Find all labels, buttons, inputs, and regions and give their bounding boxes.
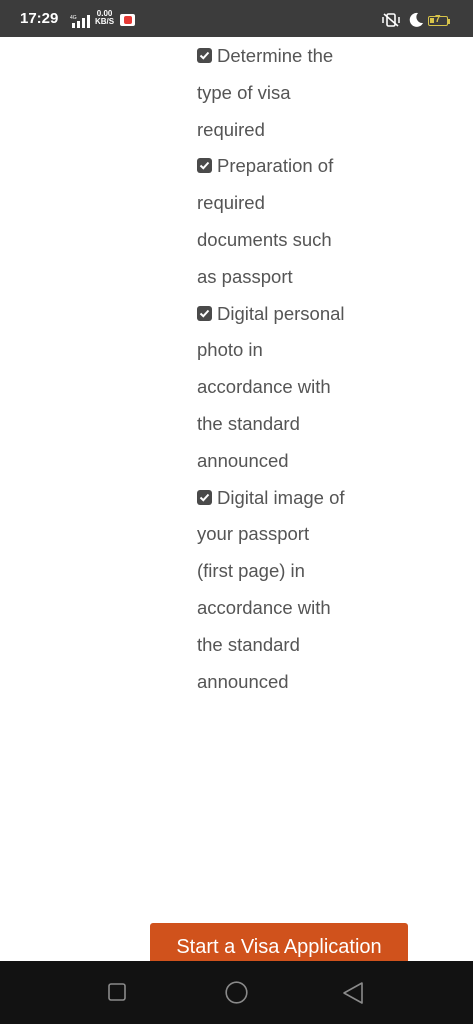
- visa-requirements-checklist: Determine the type of visa required Prep…: [197, 38, 347, 700]
- checklist-item-label: Determine the type of visa required: [197, 45, 334, 140]
- checkbox-checked-icon: [197, 489, 212, 505]
- back-icon[interactable]: [342, 981, 364, 1005]
- checklist-item: Determine the type of visa required: [197, 38, 347, 148]
- net-speed: 0.00 KB/S: [95, 10, 114, 26]
- checkbox-checked-icon: [197, 158, 212, 174]
- checklist-item: Digital image of your passport (first pa…: [197, 480, 347, 701]
- vibrate-icon: [382, 13, 400, 27]
- checklist-item-label: Digital image of your passport (first pa…: [197, 486, 345, 692]
- checkbox-checked-icon: [197, 48, 212, 63]
- checklist-item-label: Preparation of required documents such a…: [197, 155, 334, 287]
- status-bar: 17:29 4G 0.00 KB/S 7: [0, 0, 473, 37]
- status-time: 17:29: [20, 10, 59, 27]
- checkbox-checked-icon: [197, 305, 212, 321]
- network-type: 4G: [70, 15, 77, 21]
- checklist-item: Digital personal photo in accordance wit…: [197, 296, 347, 480]
- battery-icon: 7: [428, 14, 448, 26]
- youtube-icon: [120, 14, 135, 26]
- battery-level: 7: [435, 14, 441, 25]
- do-not-disturb-moon-icon: [409, 12, 423, 27]
- checklist-item-label: Digital personal photo in accordance wit…: [197, 302, 345, 471]
- checklist-item: Preparation of required documents such a…: [197, 148, 347, 295]
- home-icon[interactable]: [225, 981, 248, 1004]
- navigation-bar: [0, 961, 473, 1024]
- signal-icon: 4G: [70, 15, 90, 28]
- battery-tip: [448, 19, 450, 24]
- net-speed-unit: KB/S: [95, 17, 115, 26]
- start-visa-application-button[interactable]: Start a Visa Application: [150, 923, 408, 961]
- recent-apps-icon[interactable]: [108, 983, 126, 1001]
